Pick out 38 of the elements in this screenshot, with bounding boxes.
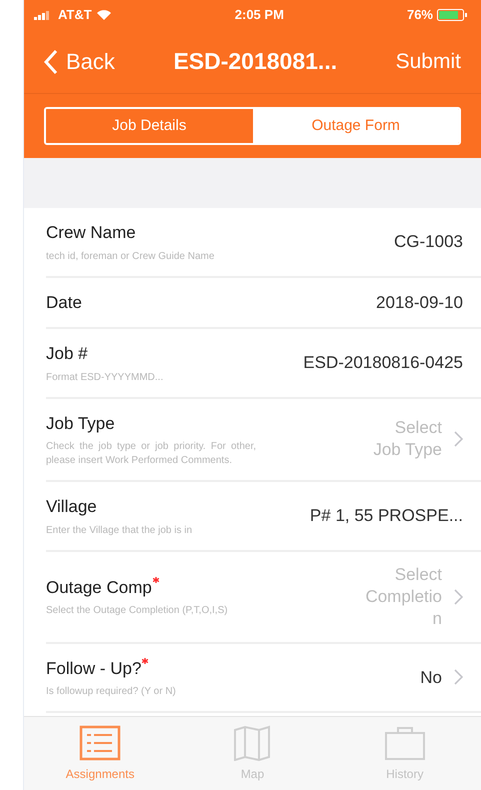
- form-row[interactable]: Job # Format ESD-YYYYMMD... ESD-20180816-0425: [46, 329, 481, 398]
- field-hint: tech id, foreman or Crew Guide Name: [46, 250, 214, 264]
- nav-title: ESD-2018081...: [173, 47, 338, 76]
- field-value: ESD-20180816-0425: [303, 352, 463, 374]
- field-hint: Format ESD-YYYYMMD...: [46, 370, 164, 384]
- field-hint: Check the job type or job priority. For other, please insert Work Performed Comments.: [46, 440, 256, 468]
- wifi-icon: [96, 9, 112, 21]
- field-label: Outage Comp: [46, 576, 152, 599]
- chevron-icon: [454, 431, 463, 448]
- field-label: Job Type: [46, 412, 115, 434]
- form-row[interactable]: Crew Name tech id, foreman or Crew Guide Name CG-1003: [46, 208, 481, 278]
- field-hint: Select the Outage Completion (P,T,O,I,S): [46, 604, 228, 618]
- field-label: Crew Name: [46, 222, 136, 244]
- field-placeholder: Select Job Type: [372, 417, 442, 462]
- briefcase-icon: [384, 725, 426, 761]
- chevron-icon: [454, 669, 463, 686]
- form-row[interactable]: Job Type Check the job type or job priority. For other, please insert Work Performed Comments. Select Job Type: [46, 398, 481, 482]
- clock-time: 2:05 PM: [234, 6, 284, 24]
- field-label: Date: [46, 292, 82, 314]
- field-value: CG-1003: [394, 231, 463, 253]
- field-value: 2018-09-10: [376, 292, 463, 314]
- form-row[interactable]: Village Enter the Village that the job is in P# 1, 55 PROSPE...: [46, 482, 481, 552]
- chevron-icon: [454, 588, 463, 604]
- field-label: Follow - Up?: [46, 658, 142, 680]
- field-hint: Is followup required? (Y or N): [46, 685, 176, 699]
- list-icon: [79, 725, 122, 761]
- field-hint: Enter the Village that the job is in: [46, 524, 192, 538]
- form-row[interactable]: Date 2018-09-10: [46, 278, 481, 329]
- field-placeholder: Select Completion: [364, 564, 442, 630]
- form-row[interactable]: Follow - Up? Is followup required? (Y or N) No: [46, 644, 481, 713]
- battery-percent: 76%: [406, 6, 433, 24]
- field-value: No: [420, 666, 442, 688]
- field-value: P# 1, 55 PROSPE...: [310, 505, 463, 527]
- form-row[interactable]: Outage Comp Select the Outage Completion (P,T,O,I,S) Select Completion: [46, 552, 481, 644]
- back-chevron-icon: [44, 48, 58, 74]
- field-label: Village: [46, 496, 97, 518]
- field-label: Job #: [46, 343, 88, 365]
- carrier-name: AT&T: [58, 6, 92, 24]
